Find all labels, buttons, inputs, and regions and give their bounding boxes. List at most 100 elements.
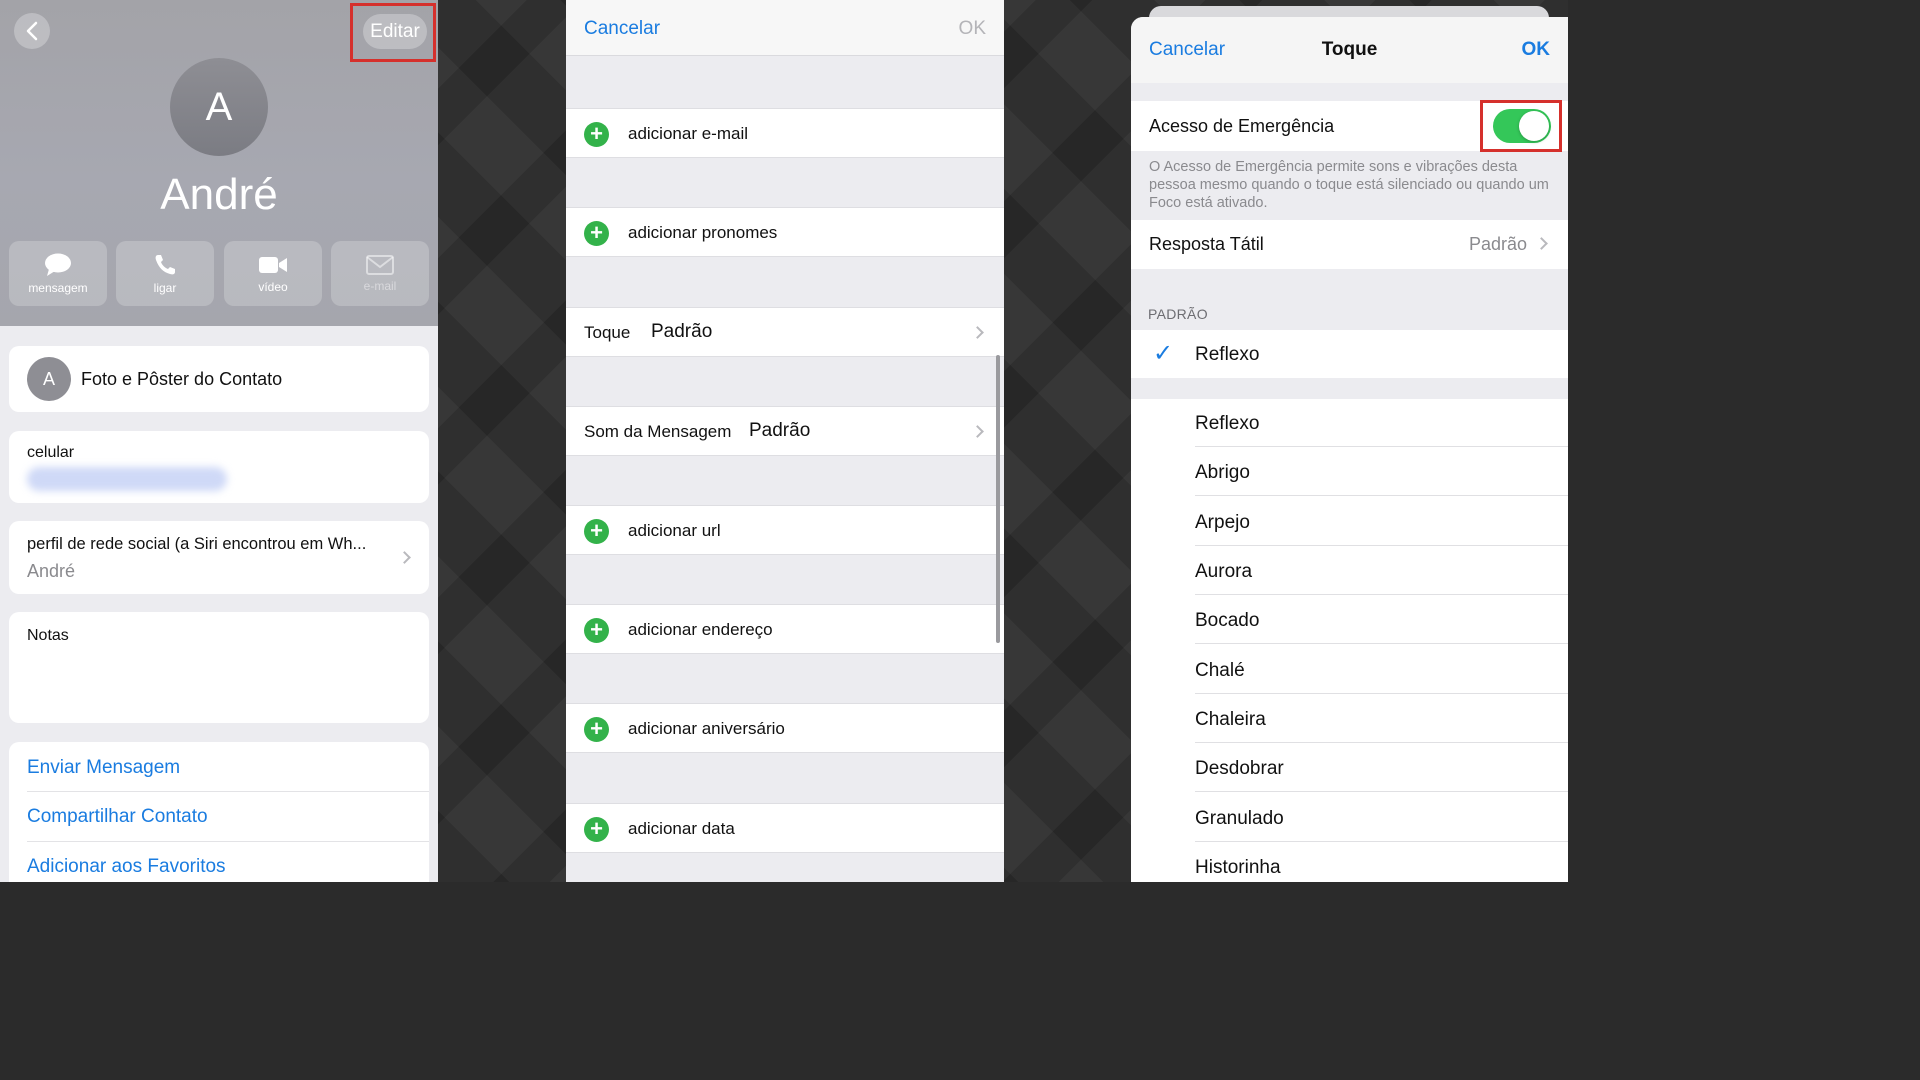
actions-list: Enviar Mensagem Compartilhar Contato Adi… xyxy=(9,742,429,882)
notes-label: Notas xyxy=(27,627,69,644)
add-birthday-row[interactable]: + adicionar aniversário xyxy=(566,703,1004,753)
ringtone-key: Toque xyxy=(584,323,631,342)
notes-card[interactable]: Notas xyxy=(9,612,429,723)
add-email-row[interactable]: + adicionar e-mail xyxy=(566,108,1004,158)
add-url-label: adicionar url xyxy=(628,521,721,540)
add-icon: + xyxy=(584,519,609,544)
contact-card-panel: Editar A André mensagem ligar vídeo e-ma… xyxy=(0,0,438,882)
checkmark-icon: ✓ xyxy=(1153,340,1174,367)
tone-item[interactable]: Reflexo xyxy=(1195,413,1259,435)
haptic-label: Resposta Tátil xyxy=(1149,234,1264,254)
social-profile-value: André xyxy=(27,561,76,581)
mail-label: e-mail xyxy=(363,278,397,293)
social-profile-label: perfil de rede social (a Siri encontrou … xyxy=(27,535,367,553)
tone-item[interactable]: Aurora xyxy=(1195,561,1252,583)
divider xyxy=(1195,594,1568,595)
tone-item[interactable]: Arpejo xyxy=(1195,512,1250,534)
message-button[interactable]: mensagem xyxy=(9,241,107,306)
tone-item[interactable]: Abrigo xyxy=(1195,462,1250,484)
scrollbar[interactable] xyxy=(996,355,1000,643)
edit-highlight-box xyxy=(350,3,436,62)
emergency-access-description: O Acesso de Emergência permite sons e vi… xyxy=(1149,159,1549,211)
page-title: Toque xyxy=(1321,39,1378,60)
chevron-right-icon xyxy=(971,326,984,339)
message-icon xyxy=(45,253,71,276)
tone-list: Reflexo Abrigo Arpejo Aurora Bocado Chal… xyxy=(1131,399,1568,882)
add-icon: + xyxy=(584,618,609,643)
edit-nav-bar: Cancelar OK xyxy=(566,0,1004,56)
phone-icon xyxy=(155,254,175,274)
tone-item[interactable]: Historinha xyxy=(1195,857,1281,879)
tone-item[interactable]: Desdobrar xyxy=(1195,758,1284,780)
add-icon: + xyxy=(584,817,609,842)
video-button[interactable]: vídeo xyxy=(224,241,322,306)
divider xyxy=(1195,643,1568,644)
chevron-right-icon xyxy=(398,551,411,564)
add-favorites-link[interactable]: Adicionar aos Favoritos xyxy=(27,856,226,878)
phone-row[interactable]: celular xyxy=(9,431,429,503)
divider xyxy=(1195,693,1568,694)
message-sound-key: Som da Mensagem xyxy=(584,422,732,441)
add-address-row[interactable]: + adicionar endereço xyxy=(566,604,1004,654)
toggle-highlight-box xyxy=(1480,100,1562,152)
ringtone-row[interactable]: Toque Padrão xyxy=(566,307,1004,357)
cancel-button[interactable]: Cancelar xyxy=(584,18,660,40)
video-icon xyxy=(259,256,287,273)
add-date-label: adicionar data xyxy=(628,819,735,838)
divider xyxy=(1195,495,1568,496)
add-email-label: adicionar e-mail xyxy=(628,124,748,143)
mail-icon xyxy=(366,254,394,275)
add-icon: + xyxy=(584,717,609,742)
tone-item[interactable]: Chalé xyxy=(1195,660,1245,682)
ok-button[interactable]: OK xyxy=(959,18,986,40)
add-url-row[interactable]: + adicionar url xyxy=(566,505,1004,555)
add-birthday-label: adicionar aniversário xyxy=(628,719,785,738)
ringtone-panel: Cancelar Toque OK Acesso de Emergência O… xyxy=(1131,17,1568,882)
share-contact-link[interactable]: Compartilhar Contato xyxy=(27,806,208,828)
phone-number-blurred xyxy=(27,467,227,491)
back-button[interactable] xyxy=(14,13,50,49)
add-pronouns-row[interactable]: + adicionar pronomes xyxy=(566,207,1004,257)
message-sound-value: Padrão xyxy=(749,420,811,441)
tone-item[interactable]: Bocado xyxy=(1195,610,1259,632)
message-label: mensagem xyxy=(28,280,88,295)
contact-header: Editar A André mensagem ligar vídeo e-ma… xyxy=(0,0,438,326)
send-message-link[interactable]: Enviar Mensagem xyxy=(27,757,180,779)
add-date-row[interactable]: + adicionar data xyxy=(566,803,1004,853)
divider xyxy=(1195,791,1568,792)
chevron-right-icon xyxy=(971,425,984,438)
ok-button[interactable]: OK xyxy=(1522,39,1551,61)
section-header: PADRÃO xyxy=(1148,306,1208,322)
divider xyxy=(1195,545,1568,546)
contact-name: André xyxy=(160,170,278,219)
video-label: vídeo xyxy=(258,279,288,294)
haptic-value: Padrão xyxy=(1469,234,1528,254)
ringtone-nav-bar: Cancelar Toque OK xyxy=(1131,17,1568,83)
default-tone-row[interactable]: Reflexo xyxy=(1131,330,1568,378)
divider xyxy=(1195,742,1568,743)
call-button[interactable]: ligar xyxy=(116,241,214,306)
message-sound-row[interactable]: Som da Mensagem Padrão xyxy=(566,406,1004,456)
photo-poster-label: Foto e Pôster do Contato xyxy=(81,369,283,389)
divider xyxy=(27,791,429,792)
chevron-right-icon xyxy=(1535,237,1548,250)
social-profile-row[interactable]: perfil de rede social (a Siri encontrou … xyxy=(9,521,429,594)
tone-item[interactable]: Granulado xyxy=(1195,808,1284,830)
chevron-left-icon xyxy=(26,21,38,41)
haptic-row[interactable]: Resposta Tátil Padrão xyxy=(1131,220,1568,269)
add-icon: + xyxy=(584,221,609,246)
call-label: ligar xyxy=(153,280,177,295)
avatar: A xyxy=(170,58,268,156)
add-address-label: adicionar endereço xyxy=(628,620,773,639)
photo-poster-row[interactable]: A Foto e Pôster do Contato xyxy=(9,346,429,412)
emergency-access-label: Acesso de Emergência xyxy=(1149,116,1335,136)
divider xyxy=(1195,841,1568,842)
tone-item[interactable]: Chaleira xyxy=(1195,709,1266,731)
add-pronouns-label: adicionar pronomes xyxy=(628,223,778,242)
small-avatar: A xyxy=(27,357,71,401)
divider xyxy=(1195,446,1568,447)
phone-label: celular xyxy=(27,444,75,461)
default-tone-label: Reflexo xyxy=(1195,344,1260,365)
edit-contact-panel: Cancelar OK + adicionar e-mail + adicion… xyxy=(566,0,1004,882)
mail-button[interactable]: e-mail xyxy=(331,241,429,306)
